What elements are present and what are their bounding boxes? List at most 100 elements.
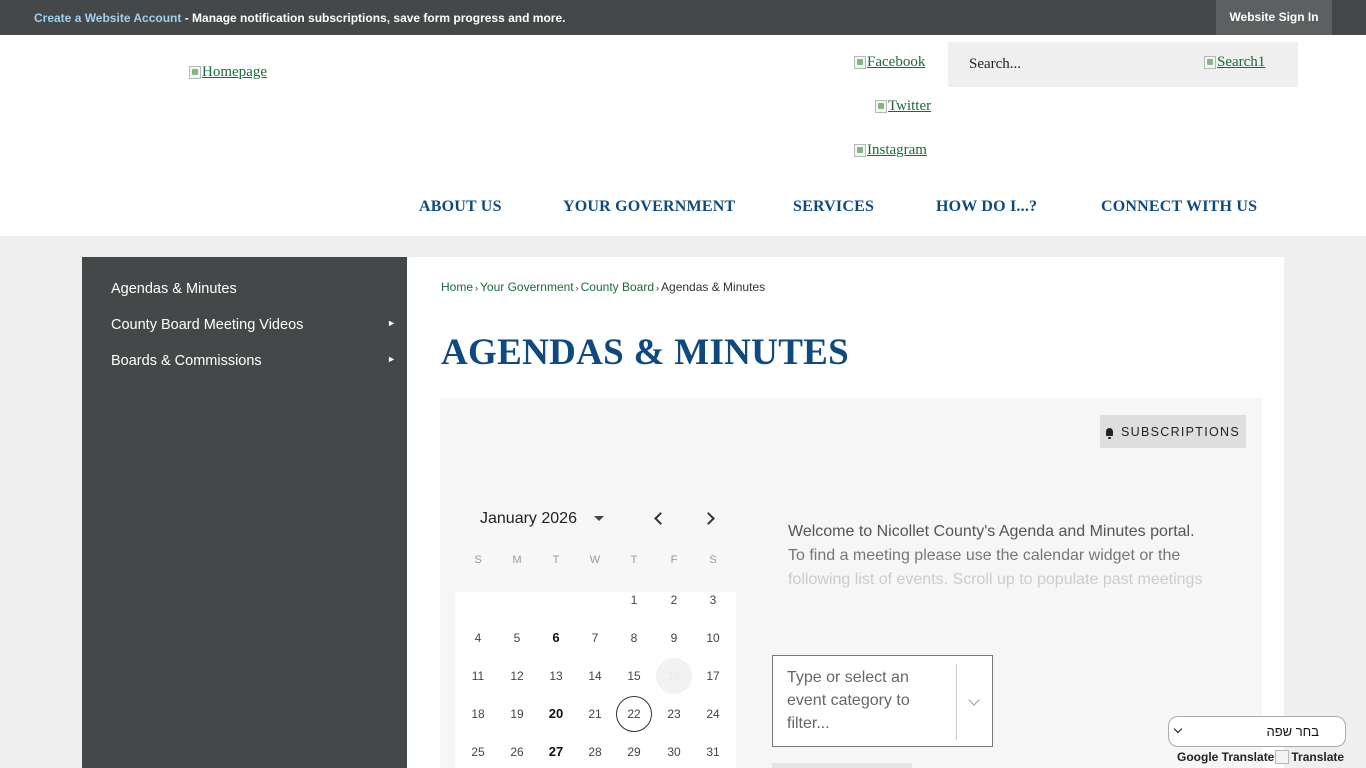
breadcrumb-current: Agendas & Minutes	[661, 280, 766, 294]
calendar-day[interactable]: 21	[577, 696, 613, 732]
translate-icon	[1275, 750, 1290, 764]
welcome-line-1: Welcome to Nicollet County's Agenda and …	[788, 523, 1195, 540]
calendar-day[interactable]: 31	[695, 734, 731, 768]
calendar-day[interactable]: 30	[656, 734, 692, 768]
calendar-day[interactable]: 11	[460, 658, 496, 694]
site-search: Search1	[948, 42, 1298, 87]
weekday-label: T	[630, 554, 638, 566]
calendar-day[interactable]: 22	[616, 696, 652, 732]
main-content: Home › Your Government › County Board › Agenda…	[407, 257, 1284, 768]
subscriptions-button[interactable]: SUBSCRIPTIONS	[1100, 415, 1246, 448]
nav-your-government[interactable]: YOUR GOVERNMENT	[563, 198, 735, 216]
instagram-alt: Instagram	[867, 142, 927, 158]
welcome-line-3: following list of events. Scroll up to p…	[788, 571, 1203, 588]
calendar-day[interactable]: 2	[656, 582, 692, 618]
top-utility-bar: Create a Website Account - Manage notifi…	[0, 0, 1366, 35]
calendar-header: January 2026 S M T W T F S	[455, 489, 736, 592]
calendar-widget: January 2026 SMTWTFS 1 2 3 4 5 6 7 8 9 10 11 12 13 14…	[455, 489, 736, 768]
page-title: AGENDAS & MINUTES	[441, 332, 850, 373]
weekday-label: W	[589, 554, 601, 566]
calendar-day[interactable]: 15	[616, 658, 652, 694]
nav-how-do-i[interactable]: HOW DO I...?	[936, 198, 1037, 216]
breadcrumb-separator: ›	[575, 283, 579, 293]
calendar-day[interactable]: 14	[577, 658, 613, 694]
google-translate-attribution: Google Translate Translate	[1177, 750, 1344, 764]
homepage-logo-link[interactable]: Homepage	[189, 64, 267, 81]
weekday-label: M	[512, 554, 522, 566]
calendar-day[interactable]: 18	[460, 696, 496, 732]
twitter-icon	[875, 100, 887, 113]
calendar-day[interactable]: 26	[499, 734, 535, 768]
twitter-alt: Twitter	[888, 98, 932, 114]
homepage-logo-alt: Homepage	[202, 64, 267, 80]
account-message: Create a Website Account - Manage notifi…	[34, 11, 565, 25]
twitter-link[interactable]: Twitter	[875, 98, 931, 115]
sidebar-item-label: County Board Meeting Videos	[111, 317, 304, 333]
calendar-day[interactable]: 16	[656, 658, 692, 694]
next-month-icon[interactable]	[702, 512, 715, 525]
sidebar-item-board-meeting-videos[interactable]: County Board Meeting Videos ►	[111, 317, 396, 337]
breadcrumb-your-government[interactable]: Your Government	[480, 280, 574, 294]
nav-connect-with-us[interactable]: CONNECT WITH US	[1101, 198, 1257, 216]
filter-divider	[956, 664, 957, 740]
bell-icon	[1106, 427, 1113, 439]
agenda-portal-panel: SUBSCRIPTIONS January 2026 SMTWTFS 12345…	[440, 398, 1262, 768]
facebook-icon	[854, 56, 866, 69]
calendar-day[interactable]: 6	[538, 620, 574, 656]
calendar-day[interactable]: 23	[656, 696, 692, 732]
sidebar: Agendas & Minutes County Board Meeting V…	[82, 257, 407, 768]
previous-month-icon[interactable]	[654, 512, 667, 525]
calendar-day[interactable]: 1	[616, 582, 652, 618]
nav-services[interactable]: SERVICES	[793, 198, 874, 216]
calendar-day[interactable]: 12	[499, 658, 535, 694]
calendar-day[interactable]: 9	[656, 620, 692, 656]
calendar-day[interactable]: 20	[538, 696, 574, 732]
search-button-alt: Search1	[1217, 54, 1266, 70]
sidebar-item-label: Agendas & Minutes	[111, 281, 237, 297]
breadcrumb-home[interactable]: Home	[441, 280, 473, 294]
submenu-arrow-icon[interactable]: ►	[387, 354, 396, 364]
event-category-filter[interactable]: Type or select an event category to filt…	[772, 655, 993, 747]
nav-about-us[interactable]: ABOUT US	[419, 198, 502, 216]
calendar-day[interactable]: 8	[616, 620, 652, 656]
weekday-label: T	[552, 554, 560, 566]
google-translate-label: Google Translate	[1177, 750, 1275, 764]
sign-in-button[interactable]: Website Sign In	[1216, 0, 1332, 35]
breadcrumb-separator: ›	[656, 283, 660, 293]
filter-placeholder[interactable]: Type or select an event category to filt…	[787, 666, 937, 735]
calendar-day[interactable]: 10	[695, 620, 731, 656]
calendar-day[interactable]: 17	[695, 658, 731, 694]
facebook-link[interactable]: Facebook	[854, 54, 925, 71]
language-select[interactable]: בחר שפה	[1168, 716, 1346, 747]
calendar-day[interactable]: 4	[460, 620, 496, 656]
create-account-link[interactable]: Create a Website Account	[34, 11, 181, 25]
search-icon	[1204, 56, 1216, 69]
breadcrumb-county-board[interactable]: County Board	[581, 280, 654, 294]
calendar-day[interactable]: 5	[499, 620, 535, 656]
instagram-link[interactable]: Instagram	[854, 142, 927, 159]
search-button[interactable]: Search1	[1204, 54, 1265, 71]
submenu-arrow-icon[interactable]: ►	[387, 318, 396, 328]
chevron-down-icon[interactable]	[968, 694, 980, 706]
breadcrumb: Home › Your Government › County Board › Agenda…	[441, 280, 765, 294]
calendar-day[interactable]: 19	[499, 696, 535, 732]
calendar-day[interactable]: 13	[538, 658, 574, 694]
calendar-day[interactable]: 24	[695, 696, 731, 732]
sidebar-item-agendas-minutes[interactable]: Agendas & Minutes	[111, 281, 396, 301]
translate-alt[interactable]: Translate	[1291, 750, 1344, 764]
calendar-day[interactable]: 27	[538, 734, 574, 768]
weekday-label: S	[474, 554, 482, 566]
calendar-day[interactable]: 28	[577, 734, 613, 768]
month-dropdown-caret-icon[interactable]	[594, 516, 604, 521]
weekday-label: F	[670, 554, 678, 566]
facebook-alt: Facebook	[867, 54, 926, 70]
sidebar-item-boards-commissions[interactable]: Boards & Commissions ►	[111, 353, 396, 373]
search-input[interactable]	[948, 42, 1198, 87]
welcome-text: Welcome to Nicollet County's Agenda and …	[788, 520, 1218, 592]
calendar-day[interactable]: 25	[460, 734, 496, 768]
calendar-day[interactable]: 29	[616, 734, 652, 768]
calendar-day[interactable]: 3	[695, 582, 731, 618]
calendar-day[interactable]: 7	[577, 620, 613, 656]
filter-action-button[interactable]	[772, 763, 912, 768]
calendar-month-label[interactable]: January 2026	[480, 510, 577, 528]
